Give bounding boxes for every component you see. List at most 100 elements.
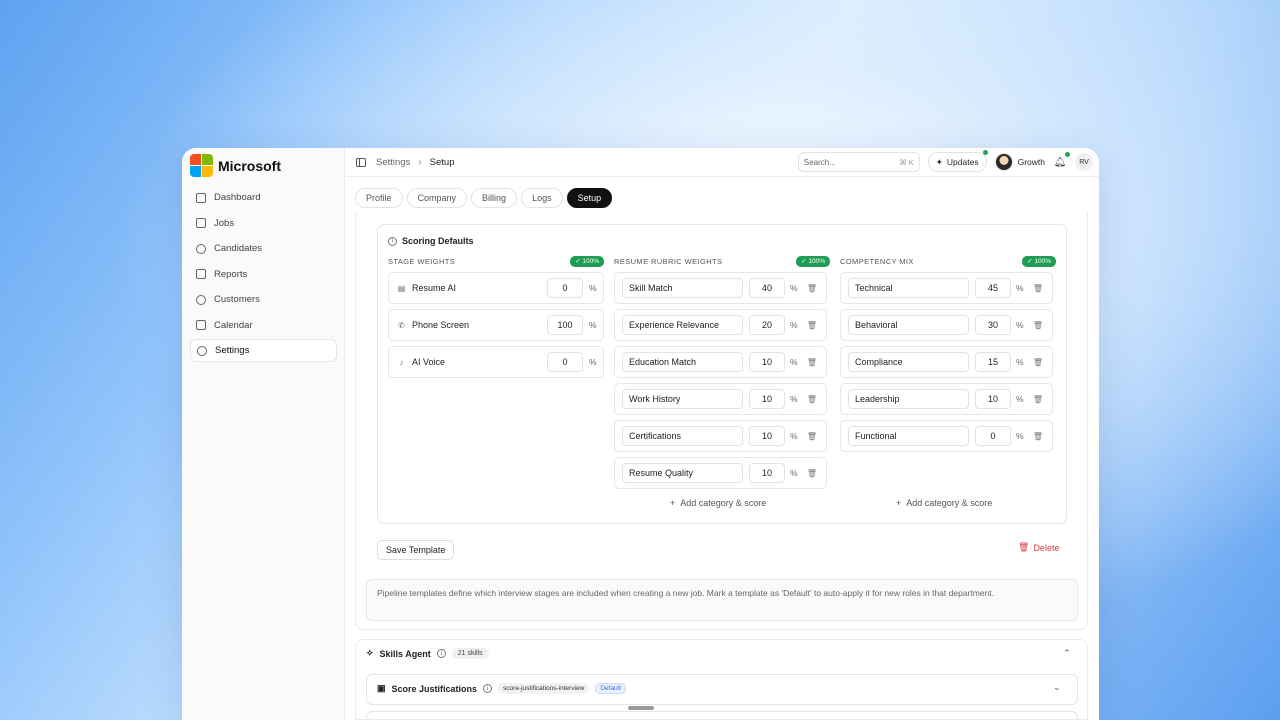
sidebar-item-reports[interactable]: Reports	[190, 263, 337, 286]
stage-value-input[interactable]: 100	[547, 315, 583, 335]
percent-sign: %	[589, 320, 597, 330]
competency-value-input[interactable]: 0	[975, 426, 1011, 446]
trash-icon[interactable]: 🗑︎	[807, 358, 817, 367]
skills-agent-header[interactable]: ✧ Skills Agent i 21 skills	[366, 648, 489, 659]
competency-value-input[interactable]: 45	[975, 278, 1011, 298]
competency-row: Behavioral 30 % 🗑︎	[840, 309, 1053, 341]
stage-label: Resume AI	[412, 283, 457, 293]
competency-label-input[interactable]: Technical	[848, 278, 969, 298]
competency-label-input[interactable]: Compliance	[848, 352, 969, 372]
trash-icon[interactable]: 🗑︎	[807, 284, 817, 293]
trash-icon[interactable]: 🗑︎	[807, 469, 817, 478]
sidebar-item-customers[interactable]: Customers	[190, 288, 337, 311]
square-icon: ▣	[377, 683, 386, 693]
workspace-switcher[interactable]: Growth	[994, 153, 1045, 171]
search-placeholder: Search...	[803, 157, 836, 167]
trash-icon[interactable]: 🗑︎	[807, 432, 817, 441]
skill-title: Score Justifications	[391, 683, 478, 694]
chevron-down-icon[interactable]: ⌄	[1053, 682, 1061, 693]
stage-weights-header: STAGE WEIGHTS ✓ 100%	[388, 255, 604, 267]
brand[interactable]: Microsoft	[190, 154, 281, 177]
sidebar-item-dashboard[interactable]: Dashboard	[190, 186, 337, 209]
breadcrumb-parent[interactable]: Settings	[376, 157, 410, 168]
trash-icon[interactable]: 🗑︎	[1033, 432, 1043, 441]
rubric-label-input[interactable]: Certifications	[622, 426, 743, 446]
skills-agent-title: Skills Agent	[379, 648, 431, 659]
percent-sign: %	[790, 320, 798, 330]
rubric-label-input[interactable]: Education Match	[622, 352, 743, 372]
workspace-label: Growth	[1017, 157, 1045, 167]
competency-value-input[interactable]: 15	[975, 352, 1011, 372]
percent-sign: %	[1016, 394, 1024, 404]
add-rubric-category-button[interactable]: + Add category & score	[670, 498, 766, 508]
tab-logs[interactable]: Logs	[521, 188, 563, 208]
percent-sign: %	[1016, 357, 1024, 367]
add-competency-category-button[interactable]: + Add category & score	[896, 498, 992, 508]
rubric-value-input[interactable]: 40	[749, 278, 785, 298]
tab-profile[interactable]: Profile	[355, 188, 403, 208]
pipeline-templates-note: Pipeline templates define which intervie…	[366, 579, 1078, 621]
tab-company[interactable]: Company	[406, 188, 468, 208]
trash-icon[interactable]: 🗑︎	[807, 321, 817, 330]
add-category-label: Add category & score	[906, 498, 993, 508]
percent-sign: %	[1016, 431, 1024, 441]
search-input[interactable]: Search... ⌘ K	[797, 152, 920, 172]
sidebar-item-jobs[interactable]: Jobs	[190, 212, 337, 235]
rubric-value-input[interactable]: 10	[749, 426, 785, 446]
info-icon: i	[436, 649, 446, 658]
competency-mix-column: COMPETENCY MIX ✓ 100%	[840, 255, 1056, 267]
workspace-avatar	[994, 153, 1013, 171]
updates-button[interactable]: ✦ Updates	[927, 150, 988, 172]
scroll-handle[interactable]	[628, 706, 654, 710]
competency-value-input[interactable]: 10	[975, 389, 1011, 409]
stage-value-input[interactable]: 0	[547, 352, 583, 372]
trash-icon[interactable]: 🗑︎	[1033, 284, 1043, 293]
sidebar-item-label: Calendar	[214, 319, 253, 331]
tab-billing[interactable]: Billing	[471, 188, 518, 208]
delete-button[interactable]: 🗑︎ Delete	[1018, 542, 1059, 553]
bell-icon[interactable]: 🔔︎	[1053, 152, 1070, 169]
sidebar-item-candidates[interactable]: Candidates	[190, 237, 337, 260]
stage-label: Phone Screen	[412, 320, 470, 330]
trash-icon[interactable]: 🗑︎	[807, 395, 817, 404]
percent-sign: %	[589, 283, 597, 293]
trash-icon[interactable]: 🗑︎	[1033, 395, 1043, 404]
rubric-value-input[interactable]: 20	[749, 315, 785, 335]
sidebar-item-label: Settings	[215, 345, 250, 356]
search-shortcut: ⌘ K	[899, 157, 914, 167]
skill-code-badge: score-justifications-interview	[498, 683, 590, 694]
trash-icon: 🗑︎	[1018, 542, 1030, 552]
skill-row-next[interactable]	[366, 711, 1078, 720]
competency-label-input[interactable]: Leadership	[848, 389, 969, 409]
stage-row: ▤ Resume AI 0 %	[388, 272, 604, 304]
document-icon: ▤	[397, 283, 406, 293]
rubric-label-input[interactable]: Experience Relevance	[622, 315, 743, 335]
competency-label-input[interactable]: Functional	[848, 426, 969, 446]
rubric-value-input[interactable]: 10	[749, 463, 785, 483]
trash-icon[interactable]: 🗑︎	[1033, 321, 1043, 330]
badge-value: 100%	[1034, 257, 1051, 265]
rubric-value-input[interactable]: 10	[749, 352, 785, 372]
sidebar-item-label: Customers	[214, 294, 260, 305]
stage-value-input[interactable]: 0	[547, 278, 583, 298]
rubric-value-input[interactable]: 10	[749, 389, 785, 409]
user-avatar[interactable]: RV	[1075, 153, 1093, 171]
rubric-label-input[interactable]: Skill Match	[622, 278, 743, 298]
sidebar-toggle-icon[interactable]	[356, 157, 366, 167]
trash-icon[interactable]: 🗑︎	[1033, 358, 1043, 367]
sidebar-item-calendar[interactable]: Calendar	[190, 314, 337, 337]
stage-weights-column: STAGE WEIGHTS ✓ 100%	[388, 255, 604, 267]
save-template-button[interactable]: Save Template	[377, 540, 455, 560]
rubric-row: Skill Match 40 % 🗑︎	[614, 272, 827, 304]
sidebar-nav: Dashboard Jobs Candidates Reports Custom…	[190, 186, 337, 365]
skill-row-header: ▣ Score Justifications i score-justifica…	[377, 683, 626, 694]
sidebar-item-settings[interactable]: Settings	[190, 339, 337, 362]
tab-setup[interactable]: Setup	[566, 188, 613, 208]
chevron-up-icon[interactable]: ⌃	[1063, 648, 1071, 659]
competency-value-input[interactable]: 30	[975, 315, 1011, 335]
briefcase-icon	[196, 218, 206, 228]
competency-label-input[interactable]: Behavioral	[848, 315, 969, 335]
rubric-label-input[interactable]: Work History	[622, 389, 743, 409]
rubric-label-input[interactable]: Resume Quality	[622, 463, 743, 483]
delete-label: Delete	[1033, 542, 1060, 553]
